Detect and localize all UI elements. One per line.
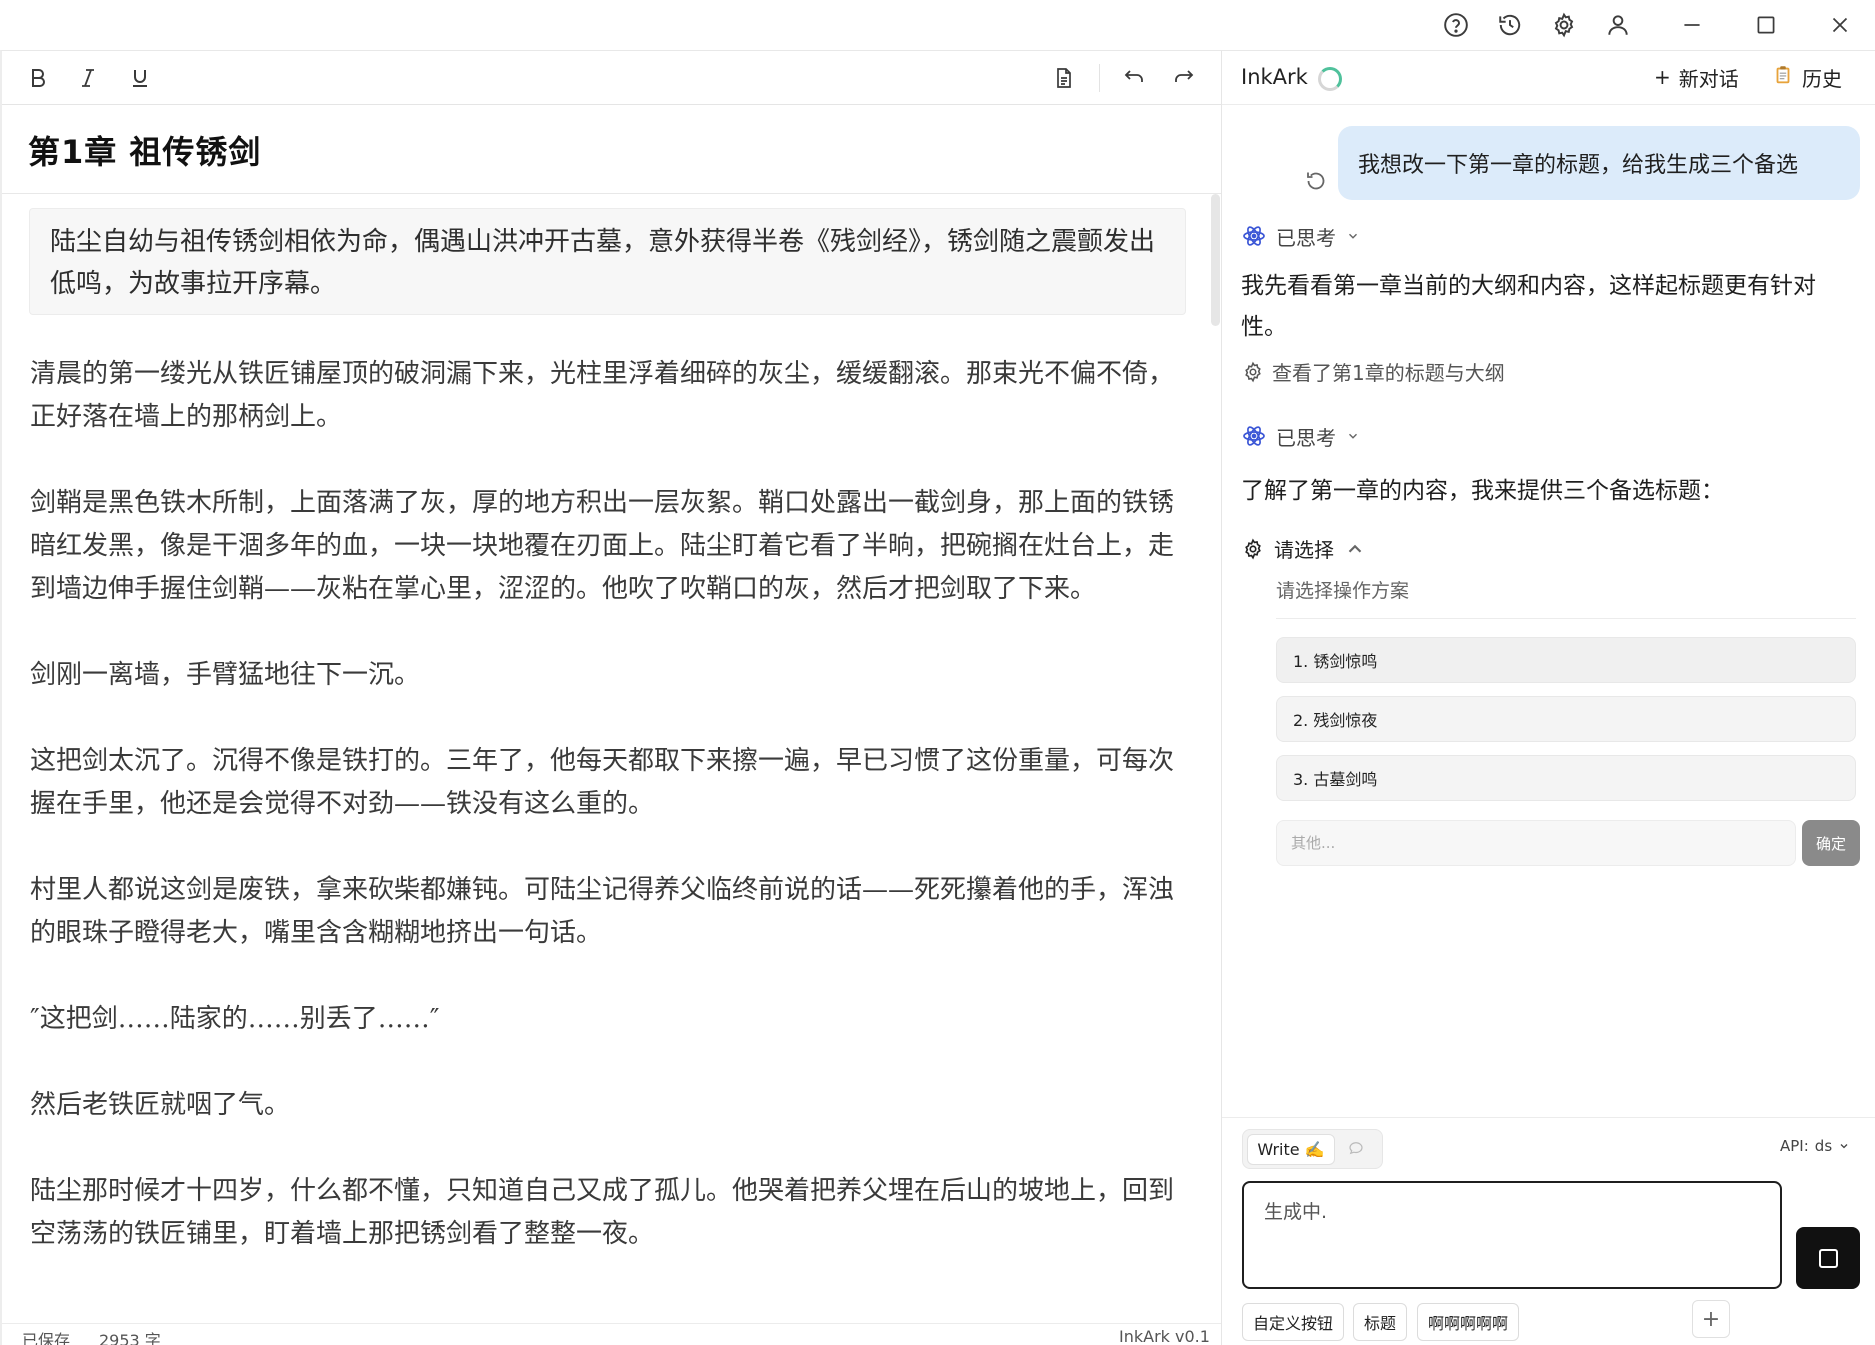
history-label: 历史 xyxy=(1802,66,1842,91)
choice-subtitle: 请选择操作方案 xyxy=(1276,580,1410,602)
help-icon[interactable] xyxy=(1436,6,1476,44)
quick-action-button[interactable]: 啊啊啊啊啊 xyxy=(1417,1303,1520,1341)
clipboard-icon xyxy=(1772,64,1794,91)
quick-action-button[interactable]: 自定义按钮 xyxy=(1242,1303,1345,1341)
plus-icon: + xyxy=(1654,65,1671,89)
body-paragraph: ″这把剑……陆家的……别丢了……″ xyxy=(30,1004,440,1034)
new-chat-label: 新对话 xyxy=(1678,66,1739,91)
body-paragraph: 这把剑太沉了。沉得不像是铁打的。三年了，他每天都取下来擦一遍，早已习惯了这份重量… xyxy=(30,746,1175,819)
message-input[interactable] xyxy=(1242,1181,1782,1289)
choice-title: 请选择 xyxy=(1274,538,1334,562)
chapter-body[interactable]: 清晨的第一缕光从铁匠铺屋顶的破洞漏下来，光柱里浮着细碎的灰尘，缓缓翻滚。那束光不… xyxy=(30,353,1180,1299)
close-icon[interactable] xyxy=(1820,6,1860,44)
history-icon[interactable] xyxy=(1490,6,1530,44)
app-version: InkArk v0.1 xyxy=(1119,1327,1210,1345)
composer-divider xyxy=(1222,1117,1875,1118)
title-bar xyxy=(0,0,1875,50)
chevron-down-icon xyxy=(1349,433,1357,439)
history-button[interactable]: 历史 xyxy=(1772,63,1842,91)
mode-switch: Write ✍️ xyxy=(1242,1129,1383,1169)
chapter-summary[interactable]: 陆尘自幼与祖传锈剑相依为命，偶遇山洪冲开古墓，意外获得半卷《残剑经》，锈剑随之震… xyxy=(29,208,1186,315)
editor-pane: 第1章 祖传锈剑 陆尘自幼与祖传锈剑相依为命，偶遇山洪冲开古墓，意外获得半卷《残… xyxy=(0,50,1221,1345)
body-paragraph: 清晨的第一缕光从铁匠铺屋顶的破洞漏下来，光柱里浮着细碎的灰尘，缓缓翻滚。那束光不… xyxy=(30,359,1175,432)
maximize-icon[interactable] xyxy=(1746,6,1786,44)
ai-message: 了解了第一章的内容，我来提供三个备选标题： xyxy=(1241,478,1724,504)
user-icon[interactable] xyxy=(1598,6,1638,44)
new-chat-button[interactable]: + 新对话 xyxy=(1654,63,1739,91)
italic-button[interactable] xyxy=(70,60,106,96)
status-bar: 已保存 2953 字 InkArk v0.1 xyxy=(2,1323,1221,1345)
gear-icon xyxy=(1245,538,1261,559)
chevron-up-icon xyxy=(1348,544,1362,553)
chat-header: InkArk + 新对话 历史 xyxy=(1222,51,1875,105)
add-quick-action-button[interactable]: + xyxy=(1692,1300,1730,1338)
thought-toggle[interactable]: 已思考 xyxy=(1242,421,1360,451)
redo-icon[interactable] xyxy=(1166,60,1202,96)
retry-icon[interactable] xyxy=(1304,169,1330,195)
body-paragraph: 剑刚一离墙，手臂猛地往下一沉。 xyxy=(30,660,421,690)
app-name: InkArk xyxy=(1241,65,1308,89)
api-select[interactable]: API: ds xyxy=(1780,1137,1850,1155)
document-icon[interactable] xyxy=(1046,60,1082,96)
title-option-button[interactable]: 3. 古墓剑鸣 xyxy=(1276,755,1856,801)
atom-icon xyxy=(1243,426,1265,446)
api-value: ds xyxy=(1814,1137,1833,1155)
editor-toolbar xyxy=(2,51,1221,105)
ai-message: 我先看看第一章当前的大纲和内容，这样起标题更有针对性。 xyxy=(1241,273,1816,340)
minimize-icon[interactable] xyxy=(1672,6,1712,44)
confirm-button[interactable]: 确定 xyxy=(1802,820,1860,866)
chevron-down-icon xyxy=(1840,1144,1848,1149)
body-paragraph: 村里人都说这剑是废铁，拿来砍柴都嫌钝。可陆尘记得养父临终前说的话——死死攥着他的… xyxy=(30,875,1175,948)
body-paragraph: 陆尘那时候才十四岁，什么都不懂，只知道自己又成了孤儿。他哭着把养父埋在后山的坡地… xyxy=(30,1176,1175,1249)
save-status: 已保存 xyxy=(22,1331,71,1345)
speech-bubble-icon xyxy=(1349,1142,1363,1155)
stop-icon xyxy=(1818,1248,1838,1268)
write-mode-button[interactable]: Write ✍️ xyxy=(1247,1134,1335,1165)
toolbar-divider xyxy=(1099,64,1100,92)
chevron-down-icon xyxy=(1349,233,1357,239)
settings-icon[interactable] xyxy=(1544,6,1584,44)
tool-call-row[interactable]: 查看了第1章的标题与大纲 xyxy=(1242,357,1505,386)
chapter-title[interactable]: 第1章 祖传锈剑 xyxy=(28,127,261,173)
body-paragraph: 然后老铁匠就咽了气。 xyxy=(30,1090,291,1120)
title-option-button[interactable]: 1. 锈剑惊鸣 xyxy=(1276,637,1856,683)
user-message: 我想改一下第一章的标题，给我生成三个备选 xyxy=(1338,126,1860,200)
api-label: API: xyxy=(1780,1137,1809,1155)
title-divider xyxy=(2,193,1221,194)
body-paragraph: 剑鞘是黑色铁木所制，上面落满了灰，厚的地方积出一层灰絮。鞘口处露出一截剑身，那上… xyxy=(30,488,1175,604)
stop-button[interactable] xyxy=(1796,1227,1860,1289)
thought-label: 已思考 xyxy=(1276,425,1336,450)
gear-icon xyxy=(1245,361,1261,382)
title-option-button[interactable]: 2. 残剑惊夜 xyxy=(1276,696,1856,742)
thought-label: 已思考 xyxy=(1276,225,1336,250)
other-option-input[interactable] xyxy=(1276,820,1796,866)
chat-panel: InkArk + 新对话 历史 我想改一下第一章的标题，给我生成三个备选 已思考… xyxy=(1221,50,1875,1345)
quick-action-button[interactable]: 标题 xyxy=(1353,1303,1408,1341)
editor-scrollbar[interactable] xyxy=(1211,194,1220,326)
bold-button[interactable] xyxy=(20,60,56,96)
thought-toggle[interactable]: 已思考 xyxy=(1242,221,1360,251)
choice-divider xyxy=(1276,618,1856,619)
undo-icon[interactable] xyxy=(1116,60,1152,96)
word-count: 2953 字 xyxy=(99,1331,161,1345)
underline-button[interactable] xyxy=(122,60,158,96)
chat-mode-button[interactable] xyxy=(1341,1136,1371,1164)
atom-icon xyxy=(1243,226,1265,246)
tool-call-label: 查看了第1章的标题与大纲 xyxy=(1272,361,1505,385)
choice-toggle[interactable]: 请选择 xyxy=(1242,534,1366,563)
loading-spinner-icon xyxy=(1318,67,1342,91)
